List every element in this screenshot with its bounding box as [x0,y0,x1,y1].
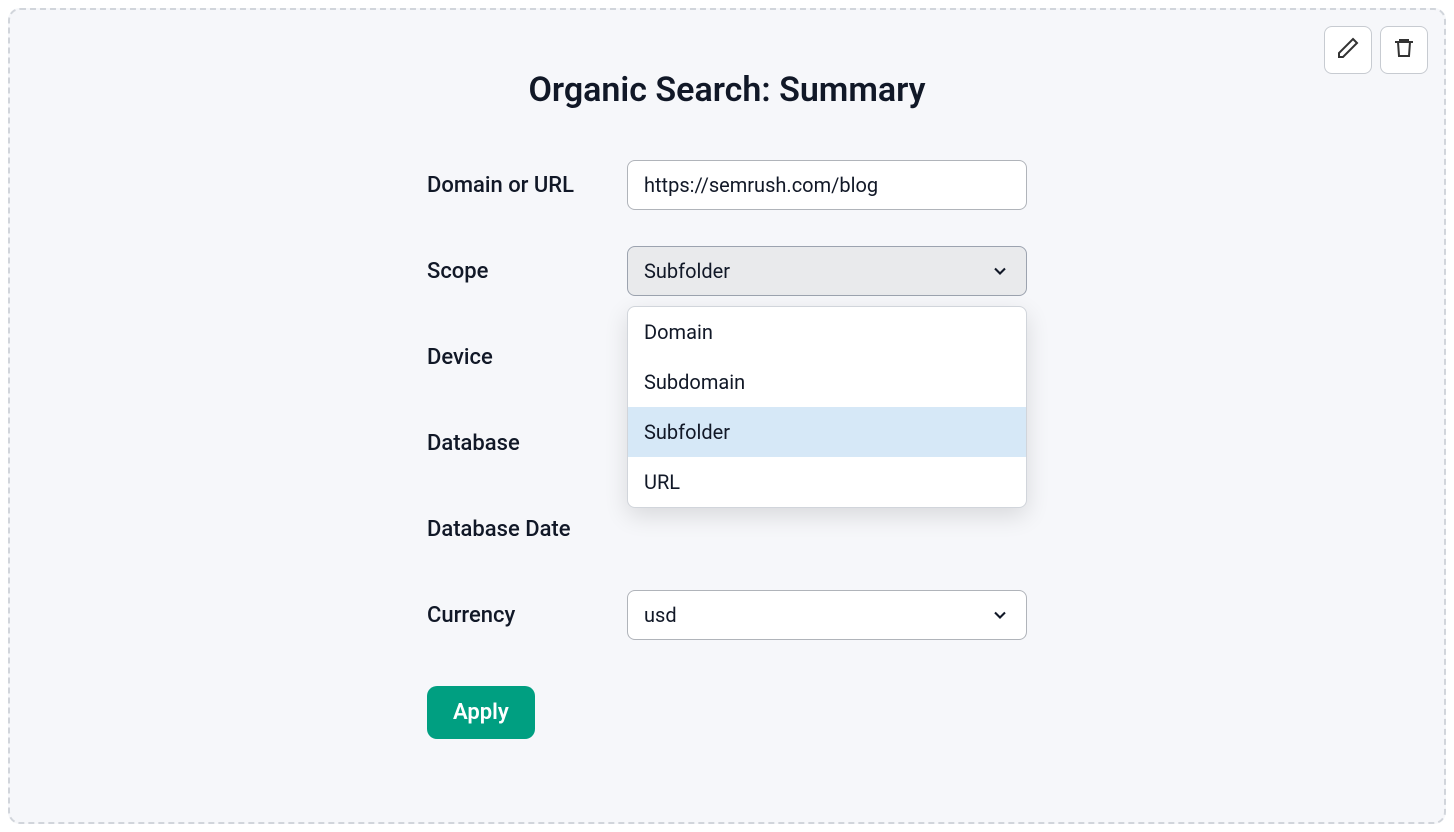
edit-button[interactable] [1324,26,1372,74]
domain-label: Domain or URL [427,173,627,198]
apply-button[interactable]: Apply [427,686,535,739]
database-date-row: Database Date [427,504,1027,554]
device-label: Device [427,345,627,370]
form: Domain or URL Scope Subfolder Domain Sub… [427,160,1027,739]
scope-row: Scope Subfolder Domain Subdomain Subfold… [427,246,1027,296]
domain-input[interactable] [644,161,1010,209]
chevron-down-icon [990,261,1010,281]
domain-input-wrapper[interactable] [627,160,1027,210]
database-label: Database [427,431,627,456]
page-title: Organic Search: Summary [50,70,1404,110]
scope-label: Scope [427,259,627,284]
trash-icon [1392,36,1416,64]
scope-option-subfolder[interactable]: Subfolder [628,407,1026,457]
currency-value: usd [644,603,677,627]
currency-select[interactable]: usd [627,590,1027,640]
scope-value: Subfolder [644,259,730,283]
scope-dropdown: Domain Subdomain Subfolder URL [627,306,1027,508]
chevron-down-icon [990,605,1010,625]
widget-container: Organic Search: Summary Domain or URL Sc… [8,8,1446,824]
database-date-label: Database Date [427,517,627,542]
pencil-icon [1336,36,1360,64]
scope-option-subdomain[interactable]: Subdomain [628,357,1026,407]
scope-option-domain[interactable]: Domain [628,307,1026,357]
delete-button[interactable] [1380,26,1428,74]
toolbar [1324,26,1428,74]
domain-row: Domain or URL [427,160,1027,210]
currency-label: Currency [427,603,627,628]
scope-option-url[interactable]: URL [628,457,1026,507]
scope-select[interactable]: Subfolder [627,246,1027,296]
currency-row: Currency usd [427,590,1027,640]
